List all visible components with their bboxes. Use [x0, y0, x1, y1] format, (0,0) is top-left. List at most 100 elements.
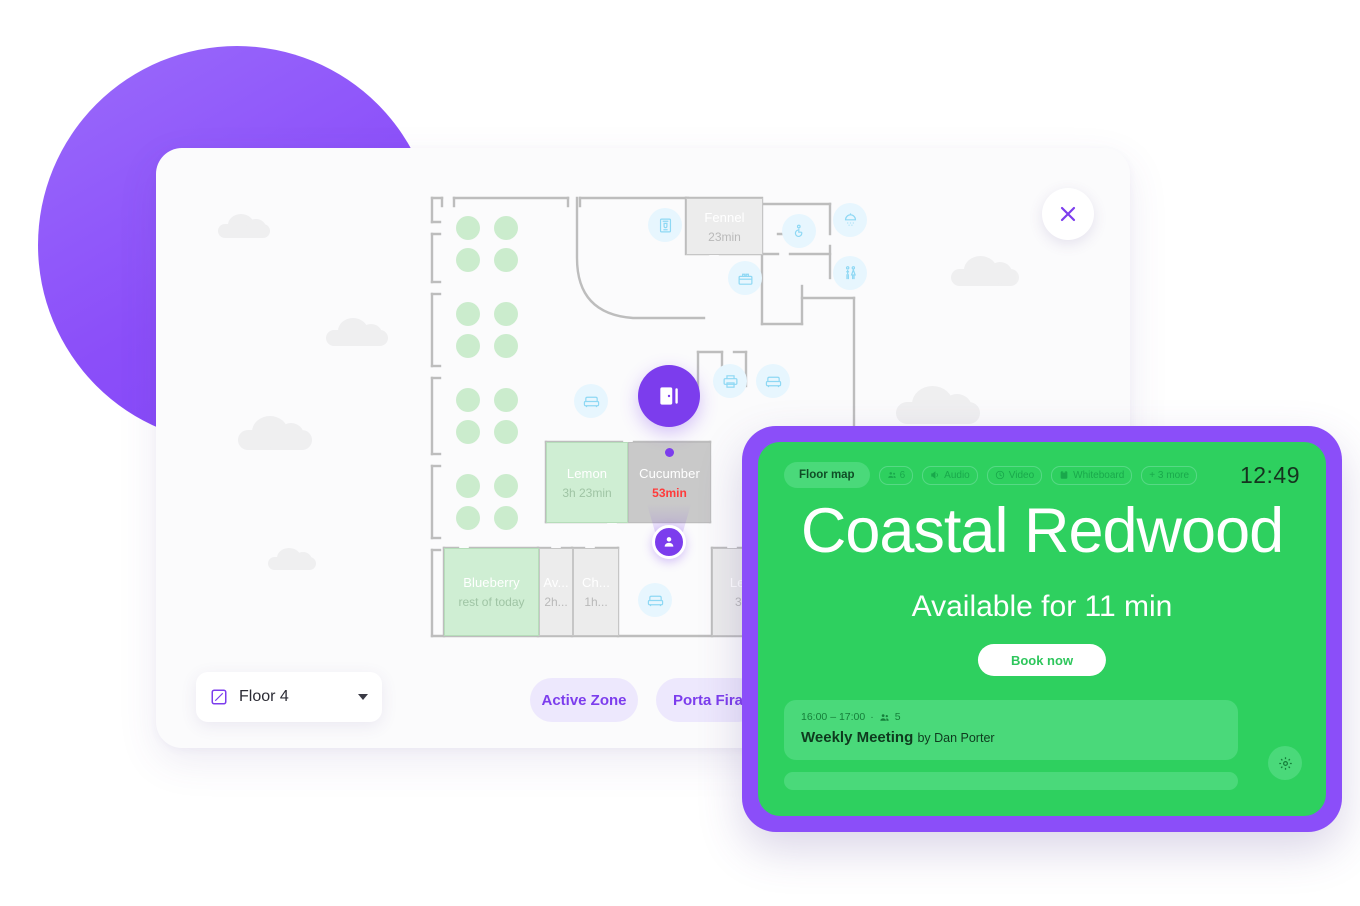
badge-more[interactable]: + 3 more	[1141, 465, 1198, 485]
desk-slot[interactable]	[494, 388, 518, 412]
desk-slot[interactable]	[456, 216, 480, 240]
desk-slot[interactable]	[494, 474, 518, 498]
meeting-card[interactable]: 16:00 – 17:00 · 5 Weekly Meeting by Dan …	[784, 700, 1238, 760]
badge-video: Video	[986, 465, 1043, 485]
audio-icon	[931, 471, 939, 479]
meeting-attendees: 5	[894, 711, 901, 723]
amenity-coffee-machine[interactable]	[648, 208, 682, 242]
desk-slot[interactable]	[456, 302, 480, 326]
people-icon	[880, 713, 889, 721]
tablet-top-bar: Floor map 6 Audio Video Whiteboard + 3 m…	[784, 462, 1300, 488]
floor-selector-label: Floor 4	[239, 688, 289, 705]
cloud-decoration	[896, 386, 980, 424]
desk-slot[interactable]	[494, 302, 518, 326]
desk-slot[interactable]	[494, 334, 518, 358]
amenity-restroom[interactable]	[833, 256, 867, 290]
meeting-organizer: by Dan Porter	[917, 731, 995, 745]
book-now-button[interactable]: Book now	[977, 644, 1107, 676]
desk-slot[interactable]	[494, 420, 518, 444]
amenity-lounge[interactable]	[574, 384, 608, 418]
person-marker[interactable]	[652, 525, 686, 559]
tablet-screen: Floor map 6 Audio Video Whiteboard + 3 m…	[758, 442, 1326, 816]
desk-slot[interactable]	[456, 334, 480, 358]
desk-slot[interactable]	[456, 388, 480, 412]
amenity-shower[interactable]	[833, 203, 867, 237]
desk-slot[interactable]	[456, 506, 480, 530]
desk-slot[interactable]	[494, 248, 518, 272]
accessible-wc-icon	[794, 224, 802, 237]
desk-slot[interactable]	[494, 216, 518, 240]
room-ch[interactable]: Ch... 1h...	[573, 548, 619, 636]
cloud-decoration	[218, 214, 270, 238]
room-name: Blueberry	[463, 575, 520, 590]
zone-pill-active-zone[interactable]: Active Zone	[530, 678, 638, 722]
sofa-icon	[765, 376, 781, 387]
room-time: 2h...	[544, 595, 568, 609]
room-av[interactable]: Av... 2h...	[539, 548, 573, 636]
whiteboard-icon	[1060, 471, 1068, 479]
amenity-kitchen[interactable]	[728, 261, 762, 295]
badge-capacity: 6	[878, 465, 914, 485]
cloud-decoration	[238, 416, 312, 450]
coffee-machine-icon	[659, 218, 671, 232]
settings-button[interactable]	[1268, 746, 1302, 780]
availability-status: Available for 11 min	[911, 590, 1173, 623]
room-display-tablet: Floor map 6 Audio Video Whiteboard + 3 m…	[742, 426, 1342, 832]
badge-label: Video	[1008, 469, 1035, 481]
room-lemon[interactable]: Lemon 3h 23min	[546, 442, 628, 523]
meeting-time: 16:00 – 17:00	[801, 711, 866, 723]
desk-slot[interactable]	[456, 248, 480, 272]
room-name: Lemon	[566, 465, 608, 481]
screenshot-root: Fennel 23min Lemon 3h 23min Cucumber 53m…	[0, 0, 1360, 906]
room-time: rest of today	[458, 595, 525, 609]
room-title: Coastal Redwood	[800, 496, 1284, 566]
meeting-room-icon	[660, 387, 678, 405]
clock: 12:49	[1239, 461, 1300, 488]
shower-icon	[844, 212, 856, 225]
room-time: 23min	[708, 229, 741, 244]
gear-icon	[1278, 756, 1292, 770]
badge-label: 6	[899, 469, 906, 481]
selected-room-pin[interactable]	[638, 365, 700, 427]
room-name: Ch...	[582, 575, 610, 590]
video-icon	[995, 470, 1004, 480]
restroom-icon	[845, 265, 856, 279]
printer-icon	[723, 374, 737, 388]
floor-map-button[interactable]: Floor map	[784, 462, 870, 488]
pin-anchor-dot	[665, 448, 674, 457]
cloud-decoration	[326, 318, 388, 346]
room-blueberry[interactable]: Blueberry rest of today	[444, 548, 539, 636]
meeting-list: 16:00 – 17:00 · 5 Weekly Meeting by Dan …	[784, 700, 1300, 802]
people-icon	[887, 472, 896, 478]
room-name: Fennel	[704, 209, 745, 225]
badge-label: Whiteboard	[1073, 469, 1125, 481]
room-time: 3h 23min	[562, 485, 612, 500]
close-icon	[1060, 206, 1076, 222]
badge-audio: Audio	[922, 465, 978, 485]
meeting-title-text: Weekly Meeting	[801, 729, 914, 746]
floor-selector[interactable]: Floor 4	[196, 672, 382, 722]
meeting-title: Weekly Meeting by Dan Porter	[801, 729, 1221, 746]
sofa-icon	[583, 396, 599, 407]
desk-slot[interactable]	[494, 506, 518, 530]
sofa-icon	[647, 595, 663, 606]
desk-slot[interactable]	[456, 420, 480, 444]
desk-slot[interactable]	[456, 474, 480, 498]
amenity-printer[interactable]	[713, 364, 747, 398]
room-name: Av...	[543, 575, 569, 590]
cloud-decoration	[951, 256, 1019, 286]
close-button[interactable]	[1042, 188, 1094, 240]
meeting-card-next[interactable]	[784, 772, 1238, 790]
cloud-decoration	[268, 548, 316, 570]
badge-whiteboard: Whiteboard	[1051, 465, 1133, 485]
kitchen-icon	[738, 273, 752, 285]
room-time: 1h...	[584, 595, 608, 609]
amenity-accessible-wc[interactable]	[782, 214, 816, 248]
floor-plan-icon	[211, 689, 227, 705]
room-time: 53min	[652, 485, 687, 500]
meeting-separator: ·	[870, 711, 874, 723]
room-fennel[interactable]: Fennel 23min	[686, 198, 763, 255]
amenity-lounge[interactable]	[756, 364, 790, 398]
amenity-lounge[interactable]	[638, 583, 672, 617]
badge-label: Audio	[944, 469, 970, 481]
